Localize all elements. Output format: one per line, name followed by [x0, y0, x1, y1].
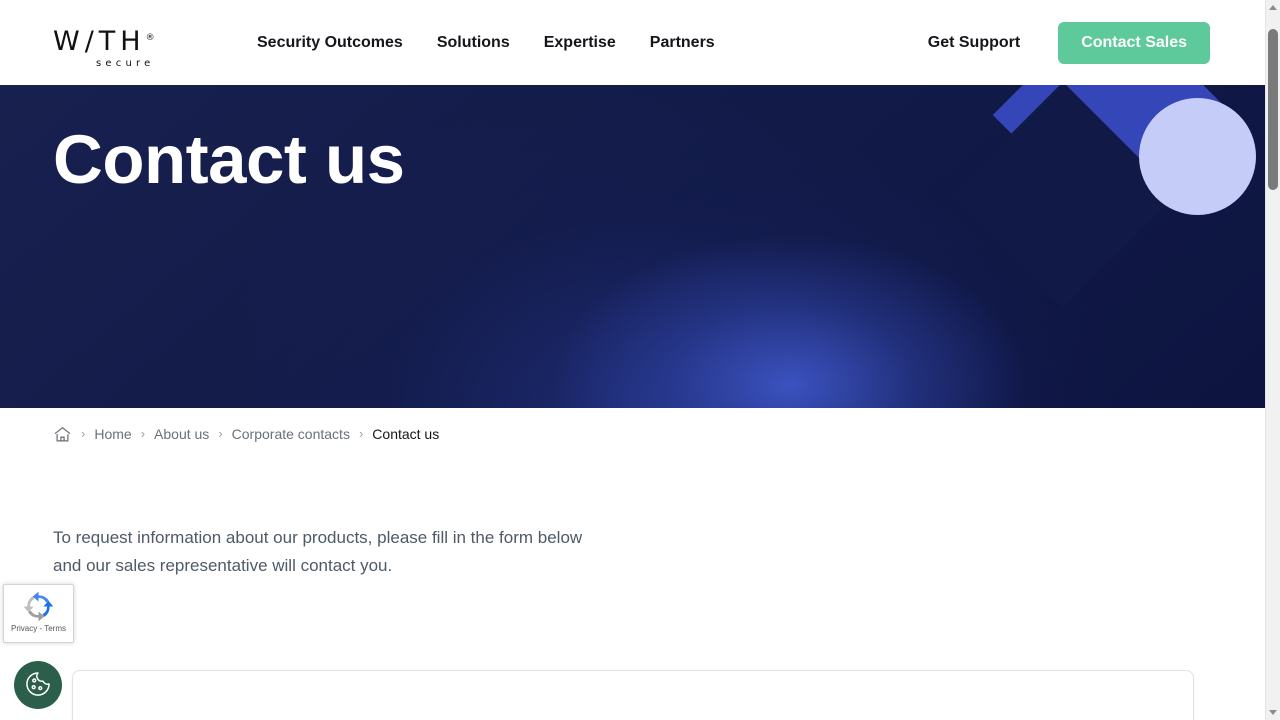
nav-item-expertise[interactable]: Expertise — [527, 0, 633, 85]
breadcrumb-separator: › — [81, 426, 86, 441]
with-secure-logo[interactable]: W/TH® secure — [53, 25, 203, 69]
nav-item-solutions[interactable]: Solutions — [420, 0, 527, 85]
intro-paragraph: To request information about our product… — [53, 528, 583, 575]
breadcrumb: › Home › About us › Corporate contacts ›… — [53, 424, 439, 444]
page-scrollbar[interactable] — [1265, 0, 1280, 720]
site-header: W/TH® secure Security Outcomes Solutions… — [0, 0, 1265, 85]
get-support-link[interactable]: Get Support — [928, 34, 1020, 52]
chevron-down-icon — [1269, 710, 1277, 715]
breadcrumb-separator: › — [358, 426, 364, 441]
hero-banner: Contact us — [0, 85, 1265, 408]
scrollbar-thumb[interactable] — [1268, 29, 1278, 190]
browser-viewport: W/TH® secure Security Outcomes Solutions… — [0, 0, 1265, 720]
logo-wordmark: W/TH® — [53, 26, 155, 57]
cookie-settings-button[interactable] — [14, 661, 62, 709]
breadcrumb-item-home[interactable]: Home — [94, 424, 131, 444]
recaptcha-terms-text[interactable]: Privacy - Terms — [11, 624, 66, 634]
registered-trademark-icon: ® — [145, 33, 155, 43]
breadcrumb-separator: › — [140, 426, 146, 441]
home-icon[interactable] — [53, 425, 72, 444]
breadcrumb-item-contact-us: Contact us — [372, 426, 440, 442]
contact-form-card[interactable] — [72, 670, 1194, 720]
breadcrumb-separator: › — [218, 426, 223, 441]
recaptcha-badge[interactable]: Privacy - Terms — [3, 584, 74, 643]
logo-subtext: secure — [96, 58, 155, 69]
breadcrumb-item-about-us[interactable]: About us — [154, 424, 209, 444]
header-actions: Get Support Contact Sales — [928, 0, 1210, 85]
scroll-down-button[interactable] — [1266, 705, 1280, 720]
main-navigation: Security Outcomes Solutions Expertise Pa… — [257, 0, 732, 85]
contact-sales-button[interactable]: Contact Sales — [1058, 21, 1210, 64]
nav-item-security-outcomes[interactable]: Security Outcomes — [257, 0, 420, 85]
page-title: Contact us — [53, 121, 405, 198]
nav-item-partners[interactable]: Partners — [633, 0, 732, 85]
breadcrumb-item-corporate-contacts[interactable]: Corporate contacts — [232, 424, 350, 444]
chevron-up-icon — [1269, 5, 1277, 10]
cookie-icon — [23, 669, 53, 702]
recaptcha-logo-icon — [22, 590, 55, 623]
hero-decoration-circle — [1139, 98, 1256, 215]
scroll-up-button[interactable] — [1266, 0, 1280, 15]
